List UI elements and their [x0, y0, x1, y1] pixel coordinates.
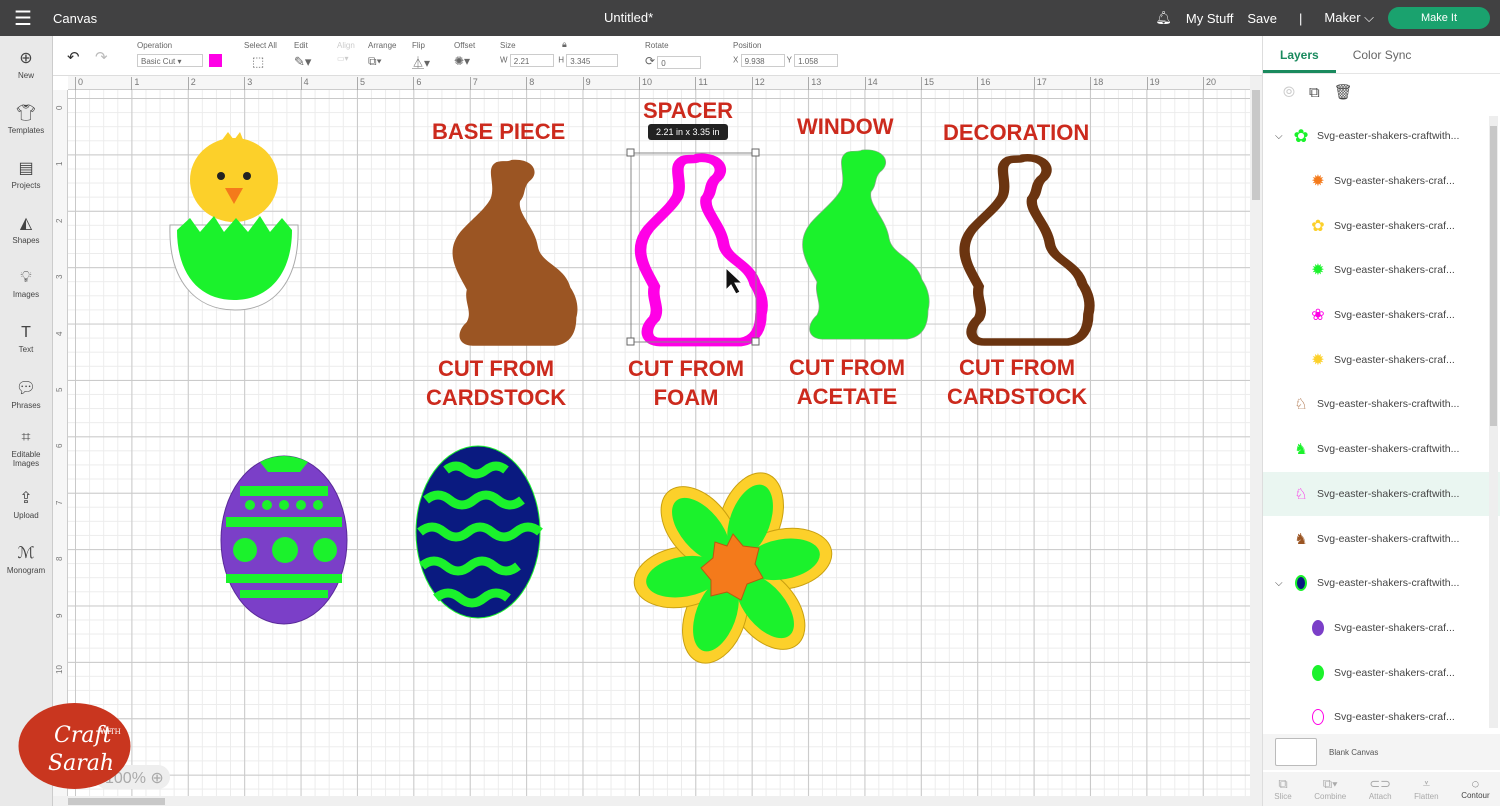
layer-thumbnail-icon	[1291, 573, 1311, 593]
bunny-decoration[interactable]	[965, 158, 1090, 342]
attach-icon: ⊂⊃	[1369, 776, 1392, 791]
layer-name: Svg-easter-shakers-craftwith...	[1317, 577, 1460, 590]
tool-label: Attach	[1368, 792, 1392, 801]
tool-label: Contour	[1461, 791, 1490, 800]
machine-select[interactable]: Maker ⌵	[1324, 10, 1374, 26]
layers-panel: Layers Color Sync ⦾ ⧉ 🗑︎ ⌵ ✿ Svg-easter-sh…	[1262, 36, 1500, 806]
layer-name: Svg-easter-shakers-craf...	[1334, 666, 1455, 679]
layer-thumbnail-icon: ♞	[1294, 441, 1308, 459]
layer-row[interactable]: ♘ Svg-easter-shakers-craftwith...	[1263, 382, 1500, 427]
delete-trash-icon[interactable]: 🗑︎	[1334, 83, 1353, 101]
blank-canvas-row[interactable]: Blank Canvas	[1263, 734, 1500, 770]
layers-scrollbar[interactable]	[1489, 116, 1498, 728]
bunny-base-piece[interactable]	[452, 159, 578, 346]
label-window-cut: CUT FROM ACETATE	[789, 355, 906, 409]
craft-with-sarah-logo: Craft WITH Sarah	[18, 703, 131, 789]
chevron-down-icon[interactable]: ⌵	[1275, 131, 1291, 142]
label-spacer-cut: CUT FROM FOAM	[628, 356, 745, 410]
tool-label: Flatten	[1414, 792, 1439, 801]
layer-row[interactable]: ✿ Svg-easter-shakers-craf...	[1263, 203, 1500, 248]
label-decoration-cut: CUT FROM CARDSTOCK	[947, 355, 1088, 409]
slice-icon: ⧉	[1278, 776, 1288, 791]
layer-row[interactable]: Svg-easter-shakers-craf...	[1263, 695, 1500, 734]
layer-row[interactable]: ⌵ Svg-easter-shakers-craftwith...	[1263, 561, 1500, 606]
layer-thumbnail-icon: ✿	[1311, 217, 1325, 235]
layer-row[interactable]: ✹ Svg-easter-shakers-craf...	[1263, 248, 1500, 293]
layer-name: Svg-easter-shakers-craftwith...	[1317, 130, 1460, 143]
flatten-button[interactable]: ⩡ Flatten	[1414, 772, 1438, 806]
chick-in-egg-image[interactable]	[169, 132, 299, 311]
blank-canvas-label: Blank Canvas	[1329, 747, 1379, 757]
layer-name: Svg-easter-shakers-craf...	[1334, 711, 1455, 724]
zoom-in-icon[interactable]: ⊕	[150, 770, 163, 787]
attach-button[interactable]: ⊂⊃ Attach	[1369, 772, 1392, 806]
layer-row[interactable]: ✹ Svg-easter-shakers-craf...	[1263, 337, 1500, 382]
layer-row[interactable]: ⌵ ✿ Svg-easter-shakers-craftwith...	[1263, 114, 1500, 159]
layer-name: Svg-easter-shakers-craftwith...	[1317, 443, 1460, 456]
selection-size-tooltip: 2.21 in x 3.35 in	[648, 124, 728, 140]
layer-thumbnail-icon: ✿	[1293, 125, 1309, 146]
group-icon[interactable]: ⦾	[1283, 84, 1295, 101]
chevron-down-icon[interactable]: ⌵	[1275, 578, 1291, 589]
layer-thumbnail-icon	[1308, 618, 1328, 638]
label-spacer: SPACER	[643, 98, 734, 123]
layer-thumbnail-icon: ♘	[1294, 396, 1308, 414]
flatten-icon: ⩡	[1422, 776, 1431, 791]
layer-thumbnail-icon: ✹	[1311, 351, 1325, 369]
canvas-horizontal-scrollbar[interactable]	[53, 796, 1262, 806]
layer-name: Svg-easter-shakers-craftwith...	[1317, 487, 1460, 500]
tool-label: Slice	[1274, 792, 1292, 801]
layer-name: Svg-easter-shakers-craf...	[1334, 621, 1455, 634]
combine-icon: ⧉▾	[1322, 776, 1338, 791]
layer-row[interactable]: ♞ Svg-easter-shakers-craftwith...	[1263, 516, 1500, 561]
layer-name: Svg-easter-shakers-craf...	[1334, 219, 1455, 232]
layers-list: ⌵ ✿ Svg-easter-shakers-craftwith... ✹ Svg-ea…	[1263, 114, 1500, 734]
layer-name: Svg-easter-shakers-craftwith...	[1317, 532, 1460, 545]
make-it-button[interactable]: Make It	[1388, 7, 1490, 29]
bunny-window[interactable]	[801, 149, 930, 340]
layer-thumbnail-icon: ✹	[1311, 173, 1325, 191]
layer-row[interactable]: ✹ Svg-easter-shakers-craf...	[1263, 159, 1500, 204]
layer-row[interactable]: ♞ Svg-easter-shakers-craftwith...	[1263, 427, 1500, 472]
layer-row[interactable]: Svg-easter-shakers-craf...	[1263, 650, 1500, 695]
layer-name: Svg-easter-shakers-craf...	[1334, 175, 1455, 188]
blank-canvas-swatch	[1275, 738, 1317, 766]
canvas-vertical-scrollbar[interactable]	[1250, 76, 1262, 796]
layer-thumbnail-icon: ✹	[1311, 262, 1325, 280]
layer-thumbnail-icon	[1308, 707, 1328, 727]
layer-thumbnail-icon: ♘	[1294, 485, 1308, 503]
layer-thumbnail-icon: ❀	[1311, 307, 1325, 325]
layer-name: Svg-easter-shakers-craf...	[1334, 264, 1455, 277]
separator: |	[1299, 10, 1303, 26]
layer-row[interactable]: Svg-easter-shakers-craf...	[1263, 606, 1500, 651]
tab-layers[interactable]: Layers	[1263, 36, 1336, 73]
contour-icon: ◌	[1471, 776, 1480, 791]
label-window: WINDOW	[797, 114, 894, 139]
bunny-spacer-selected[interactable]	[626, 148, 762, 345]
layer-name: Svg-easter-shakers-craf...	[1334, 353, 1455, 366]
label-base-cut: CUT FROM CARDSTOCK	[426, 356, 567, 410]
layer-thumbnail-icon: ♞	[1294, 530, 1308, 548]
duplicate-icon[interactable]: ⧉	[1309, 84, 1320, 101]
layer-row[interactable]: ♘ Svg-easter-shakers-craftwith...	[1263, 471, 1500, 517]
layer-row[interactable]: ❀ Svg-easter-shakers-craf...	[1263, 293, 1500, 338]
label-decoration: DECORATION	[943, 120, 1090, 145]
label-base-piece: BASE PIECE	[432, 119, 566, 144]
purple-egg[interactable]	[220, 455, 348, 625]
navy-egg[interactable]	[415, 445, 543, 619]
layer-name: Svg-easter-shakers-craftwith...	[1317, 398, 1460, 411]
daffodil-flower[interactable]	[629, 464, 836, 672]
layer-thumbnail-icon	[1308, 663, 1328, 683]
svg-text:Sarah: Sarah	[48, 751, 114, 776]
svg-text:WITH: WITH	[100, 728, 121, 736]
contour-button[interactable]: ◌ Contour	[1461, 772, 1489, 806]
tool-label: Combine	[1314, 792, 1347, 801]
layer-name: Svg-easter-shakers-craf...	[1334, 309, 1455, 322]
tab-color-sync[interactable]: Color Sync	[1336, 36, 1429, 73]
combine-button[interactable]: ⧉▾ Combine	[1314, 772, 1346, 806]
save-button[interactable]: Save	[1247, 11, 1277, 26]
slice-button[interactable]: ⧉ Slice	[1274, 772, 1291, 806]
